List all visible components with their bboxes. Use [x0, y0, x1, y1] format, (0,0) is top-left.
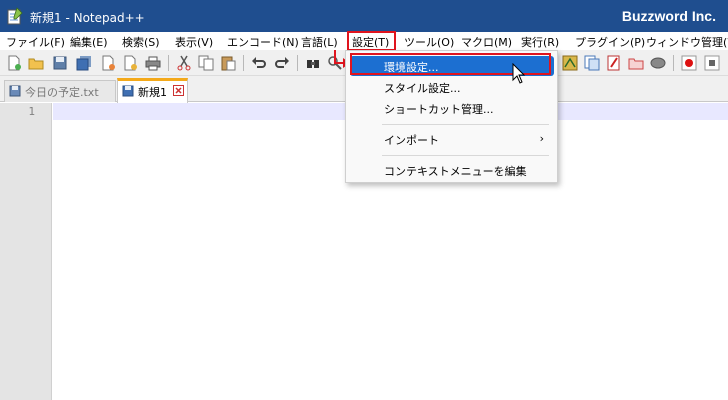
notepad-app-icon: [7, 7, 23, 25]
line-number: 1: [28, 105, 35, 118]
brand-watermark: Buzzword Inc.: [621, 8, 716, 24]
menu-search[interactable]: 検索(S): [122, 34, 160, 50]
annotation-box-settings-menu: [347, 31, 396, 51]
tab-today-schedule[interactable]: 今日の予定.txt: [4, 80, 116, 102]
copy-icon[interactable]: [198, 55, 214, 71]
paste-icon[interactable]: [220, 55, 236, 71]
menu-item-label: ショートカット管理...: [384, 103, 494, 116]
close-tab-icon[interactable]: [173, 85, 184, 96]
document-list-icon[interactable]: [584, 55, 600, 71]
new-file-icon[interactable]: [6, 55, 22, 71]
folder-workspace-icon[interactable]: [628, 55, 644, 71]
save-icon[interactable]: [52, 55, 68, 71]
menu-item-label: スタイル設定...: [384, 82, 461, 95]
menu-separator: [382, 155, 549, 156]
toolbar-separator: [168, 55, 169, 71]
window-title: 新規1 - Notepad++: [30, 11, 145, 25]
undo-icon[interactable]: [251, 55, 267, 71]
stop-macro-icon[interactable]: [704, 55, 720, 71]
close-icon[interactable]: [100, 55, 116, 71]
mouse-cursor-icon: [512, 63, 526, 84]
menu-separator: [382, 124, 549, 125]
menu-item-shortcut-mapper[interactable]: ショートカット管理...: [350, 98, 554, 118]
unsaved-file-icon: [122, 85, 134, 97]
cut-icon[interactable]: [176, 55, 192, 71]
print-icon[interactable]: [145, 55, 161, 71]
menu-item-edit-context-menu[interactable]: コンテキストメニューを編集: [350, 160, 554, 180]
menu-plugins[interactable]: プラグイン(P): [575, 34, 645, 50]
toolbar-separator: [673, 55, 674, 71]
menu-view[interactable]: 表示(V): [175, 34, 213, 50]
record-macro-icon[interactable]: [681, 55, 697, 71]
toolbar-separator: [243, 55, 244, 71]
title-bar: 新規1 - Notepad++ Buzzword Inc.: [0, 0, 728, 32]
menu-item-label: インポート: [384, 134, 439, 147]
line-number-gutter: 1: [0, 103, 52, 400]
menu-file[interactable]: ファイル(F): [6, 34, 65, 50]
find-icon[interactable]: [305, 55, 321, 71]
menu-edit[interactable]: 編集(E): [70, 34, 108, 50]
close-all-icon[interactable]: [122, 55, 138, 71]
function-list-icon[interactable]: [606, 55, 622, 71]
redo-icon[interactable]: [274, 55, 290, 71]
document-map-icon[interactable]: [562, 55, 578, 71]
submenu-arrow-icon: ›: [539, 132, 544, 145]
menu-encoding[interactable]: エンコード(N): [227, 34, 299, 50]
menu-item-label: コンテキストメニューを編集: [384, 165, 527, 178]
saved-file-icon: [9, 85, 21, 97]
menu-run[interactable]: 実行(R): [521, 34, 559, 50]
open-file-icon[interactable]: [28, 55, 44, 71]
monitoring-icon[interactable]: [650, 55, 666, 71]
menu-window[interactable]: ウィンドウ管理(W): [646, 34, 728, 50]
menu-macro[interactable]: マクロ(M): [461, 34, 512, 50]
save-all-icon[interactable]: [76, 55, 92, 71]
toolbar-separator: [297, 55, 298, 71]
menu-tools[interactable]: ツール(O): [404, 34, 454, 50]
tab-label: 今日の予定.txt: [25, 86, 99, 99]
menu-item-import[interactable]: インポート ›: [350, 129, 554, 149]
tab-new1[interactable]: 新規1: [117, 78, 188, 103]
tab-label: 新規1: [138, 86, 167, 99]
